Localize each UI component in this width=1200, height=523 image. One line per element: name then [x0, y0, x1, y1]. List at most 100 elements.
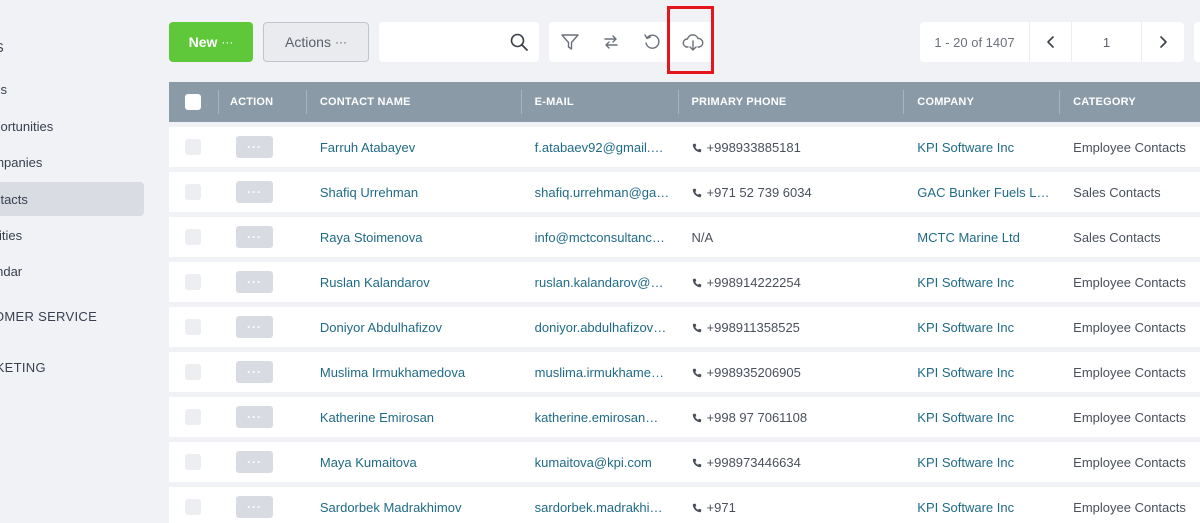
contacts-table: ACTION CONTACT NAME E-MAIL PRIMARY PHONE…	[169, 82, 1200, 523]
row-checkbox[interactable]	[185, 229, 202, 245]
table-row[interactable]: ··· Katherine Emirosan katherine.emirosa…	[169, 397, 1200, 437]
table-row[interactable]: ··· Raya Stoimenova info@mctconsultancy.…	[169, 217, 1200, 257]
phone-text: +998914222254	[706, 274, 801, 290]
contact-name-link[interactable]: Ruslan Kalandarov	[306, 275, 521, 290]
row-check-cell	[169, 409, 218, 425]
column-header-category[interactable]: CATEGORY	[1059, 82, 1200, 122]
sidebar-item-activities[interactable]: tivities	[0, 218, 144, 252]
company-link[interactable]: GAC Bunker Fuels Limited	[903, 185, 1059, 200]
column-header-action[interactable]: ACTION	[217, 82, 306, 122]
prev-page-button[interactable]	[1030, 22, 1072, 62]
row-action-button[interactable]: ···	[235, 496, 273, 518]
phone-text: +971 52 739 6034	[706, 184, 812, 200]
row-check-cell	[169, 364, 218, 380]
column-header-contact-name[interactable]: CONTACT NAME	[305, 82, 521, 122]
sidebar-item-contacts[interactable]: ontacts	[0, 182, 144, 216]
row-checkbox[interactable]	[185, 139, 202, 155]
email-link[interactable]: info@mctconsultancy.com	[521, 230, 678, 245]
company-link[interactable]: KPI Software Inc	[903, 140, 1059, 155]
row-checkbox[interactable]	[185, 364, 202, 380]
row-action-button[interactable]: ···	[235, 406, 273, 428]
sidebar-item-companies[interactable]: ompanies	[0, 145, 144, 179]
email-link[interactable]: shafiq.urrehman@gacbunker.com	[521, 185, 678, 200]
row-action-button[interactable]: ···	[235, 271, 273, 293]
company-link[interactable]: KPI Software Inc	[903, 320, 1059, 335]
actions-button[interactable]: Actions ···	[263, 22, 369, 62]
email-link[interactable]: kumaitova@kpi.com	[521, 455, 678, 470]
row-action-button[interactable]: ···	[235, 451, 273, 473]
contact-name-link[interactable]: Maya Kumaitova	[306, 455, 521, 470]
sidebar-section-sales[interactable]: ES	[0, 30, 144, 64]
view-switcher-button[interactable]	[1194, 22, 1200, 62]
company-link[interactable]: KPI Software Inc	[903, 365, 1059, 380]
email-link[interactable]: f.atabaev92@gmail.com	[521, 140, 678, 155]
table-row[interactable]: ··· Sardorbek Madrakhimov sardorbek.madr…	[169, 487, 1200, 523]
table-row[interactable]: ··· Doniyor Abdulhafizov doniyor.abdulha…	[169, 307, 1200, 347]
table-row[interactable]: ··· Farruh Atabayev f.atabaev92@gmail.co…	[169, 127, 1200, 167]
email-link[interactable]: doniyor.abdulhafizov@kpi.com	[521, 320, 678, 335]
row-action-button[interactable]: ···	[235, 181, 273, 203]
company-link[interactable]: KPI Software Inc	[903, 500, 1059, 515]
phone-text: N/A	[691, 229, 714, 245]
email-link[interactable]: ruslan.kalandarov@kpi.com	[521, 275, 678, 290]
contact-name-link[interactable]: Farruh Atabayev	[306, 140, 521, 155]
company-link[interactable]: KPI Software Inc	[903, 275, 1059, 290]
row-action-cell: ···	[218, 226, 306, 248]
sidebar-item-calendar[interactable]: lendar	[0, 254, 144, 288]
row-action-button[interactable]: ···	[235, 316, 273, 338]
email-link[interactable]: sardorbek.madrakhimov@kpi.com	[521, 500, 678, 515]
table-row[interactable]: ··· Maya Kumaitova kumaitova@kpi.com +99…	[169, 442, 1200, 482]
row-action-cell: ···	[218, 316, 306, 338]
primary-phone: +971 52 739 6034	[678, 185, 904, 200]
contact-name-link[interactable]: Katherine Emirosan	[306, 410, 521, 425]
row-checkbox[interactable]	[185, 274, 202, 290]
contact-name-link[interactable]: Sardorbek Madrakhimov	[306, 500, 521, 515]
column-header-company[interactable]: COMPANY	[903, 82, 1059, 122]
email-link[interactable]: katherine.emirosan@kpi.com	[521, 410, 678, 425]
sidebar-item-opportunities[interactable]: pportunities	[0, 109, 144, 143]
sidebar-item-leads[interactable]: ads	[0, 72, 144, 106]
row-checkbox[interactable]	[185, 184, 202, 200]
row-checkbox[interactable]	[185, 409, 202, 425]
contact-name-link[interactable]: Shafiq Urrehman	[306, 185, 521, 200]
table-row[interactable]: ··· Shafiq Urrehman shafiq.urrehman@gacb…	[169, 172, 1200, 212]
contact-name-link[interactable]: Muslima Irmukhamedova	[306, 365, 521, 380]
table-body: ··· Farruh Atabayev f.atabaev92@gmail.co…	[169, 127, 1200, 523]
category-text: Employee Contacts	[1073, 409, 1186, 425]
column-header-primary-phone[interactable]: PRIMARY PHONE	[677, 82, 904, 122]
phone-text: +998935206905	[706, 364, 801, 380]
column-header-email[interactable]: E-MAIL	[520, 82, 678, 122]
contact-name-link[interactable]: Doniyor Abdulhafizov	[306, 320, 521, 335]
refresh-button[interactable]	[631, 22, 672, 62]
row-action-button[interactable]: ···	[235, 136, 273, 158]
phone-text: +998973446634	[706, 454, 801, 470]
email-link[interactable]: muslima.irmukhamedova@kpi.com	[521, 365, 678, 380]
company-link[interactable]: MCTC Marine Ltd	[903, 230, 1059, 245]
company-link[interactable]: KPI Software Inc	[903, 410, 1059, 425]
page-number[interactable]: 1	[1072, 22, 1142, 62]
download-button[interactable]	[672, 22, 713, 62]
sidebar-section-marketing[interactable]: RKETING	[0, 350, 144, 384]
contact-name-link[interactable]: Raya Stoimenova	[306, 230, 521, 245]
toolbar: New ··· Actions ··· 1 - 20 of 1407 1	[169, 6, 1200, 74]
row-action-cell: ···	[218, 271, 306, 293]
row-action-button[interactable]: ···	[235, 361, 273, 383]
company-link[interactable]: KPI Software Inc	[903, 455, 1059, 470]
next-page-button[interactable]	[1142, 22, 1184, 62]
row-checkbox[interactable]	[185, 454, 202, 470]
row-checkbox[interactable]	[185, 319, 202, 335]
row-checkbox[interactable]	[185, 499, 202, 515]
sidebar-section-customer-service[interactable]: TOMER SERVICE	[0, 299, 144, 333]
new-button[interactable]: New ···	[169, 22, 253, 62]
filter-button[interactable]	[549, 22, 590, 62]
swap-button[interactable]	[590, 22, 631, 62]
chevron-right-icon	[1160, 36, 1167, 48]
category-text: Sales Contacts	[1073, 184, 1161, 200]
search-icon[interactable]	[509, 32, 529, 52]
row-action-button[interactable]: ···	[235, 226, 273, 248]
table-row[interactable]: ··· Ruslan Kalandarov ruslan.kalandarov@…	[169, 262, 1200, 302]
table-row[interactable]: ··· Muslima Irmukhamedova muslima.irmukh…	[169, 352, 1200, 392]
search-input[interactable]	[379, 22, 499, 62]
select-all-checkbox[interactable]	[185, 94, 202, 110]
swap-icon	[603, 35, 618, 49]
